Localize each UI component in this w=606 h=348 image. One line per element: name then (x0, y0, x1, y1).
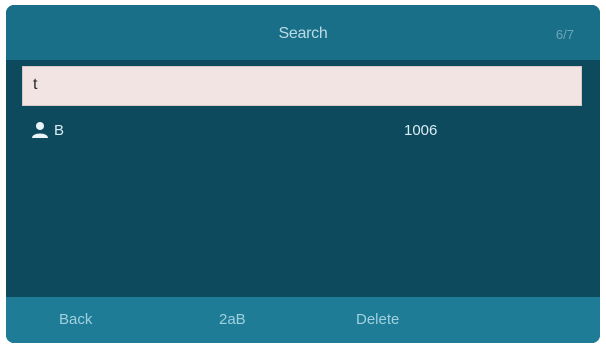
phone-screen: Search 6/7 t B 1006 Back 2aB Delete (6, 5, 600, 343)
person-icon (30, 120, 50, 140)
search-input[interactable]: t (22, 66, 582, 106)
title-bar: Search 6/7 (6, 5, 600, 60)
search-input-value: t (33, 76, 38, 93)
input-mode-button[interactable]: 2aB (219, 311, 246, 328)
delete-button[interactable]: Delete (356, 311, 399, 328)
back-button[interactable]: Back (59, 311, 92, 328)
list-item[interactable]: B 1006 (22, 117, 582, 153)
contact-name: B (54, 122, 65, 139)
contact-number: 1006 (404, 122, 438, 139)
page-indicator: 6/7 (555, 27, 574, 42)
softkey-bar: Back 2aB Delete (6, 297, 600, 343)
page-title: Search (278, 25, 328, 42)
